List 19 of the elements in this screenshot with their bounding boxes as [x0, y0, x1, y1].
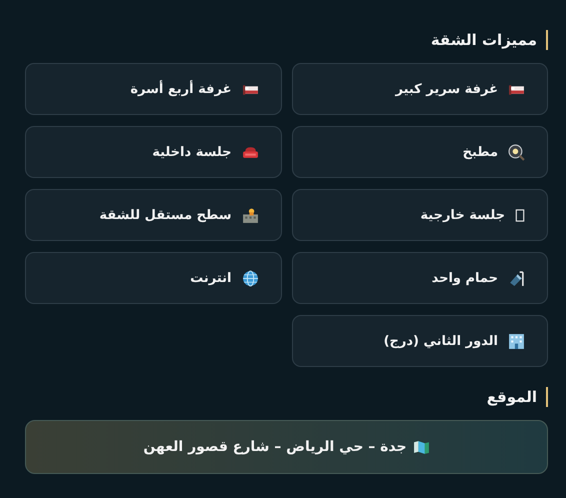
map-icon	[412, 438, 430, 456]
feature-label: الدور الثاني (درج)	[384, 334, 498, 348]
shower-icon	[508, 270, 525, 286]
feature-label: حمام واحد	[432, 270, 498, 286]
feature-label: جلسة خارجية	[420, 208, 505, 222]
feature-label: مطبخ	[462, 144, 498, 160]
section-heading: الموقع	[486, 387, 548, 407]
building-icon	[508, 332, 525, 350]
feature-label: غرفة أربع أسرة	[130, 82, 232, 96]
frying-pan-icon	[508, 144, 525, 160]
feature-label: جلسة داخلية	[152, 144, 232, 160]
feature-label: انترنت	[190, 270, 232, 286]
feature-label: سطح مستقل للشقة	[99, 208, 232, 222]
globe-icon	[242, 270, 258, 286]
address-text: جدة – حي الرياض – شارع قصور العهن	[143, 439, 407, 455]
building-worker-icon	[242, 206, 258, 224]
missing-glyph-icon	[515, 208, 525, 222]
feature-label: غرفة سرير كبير	[395, 82, 498, 96]
section-heading: مميزات الشقة	[430, 30, 548, 50]
